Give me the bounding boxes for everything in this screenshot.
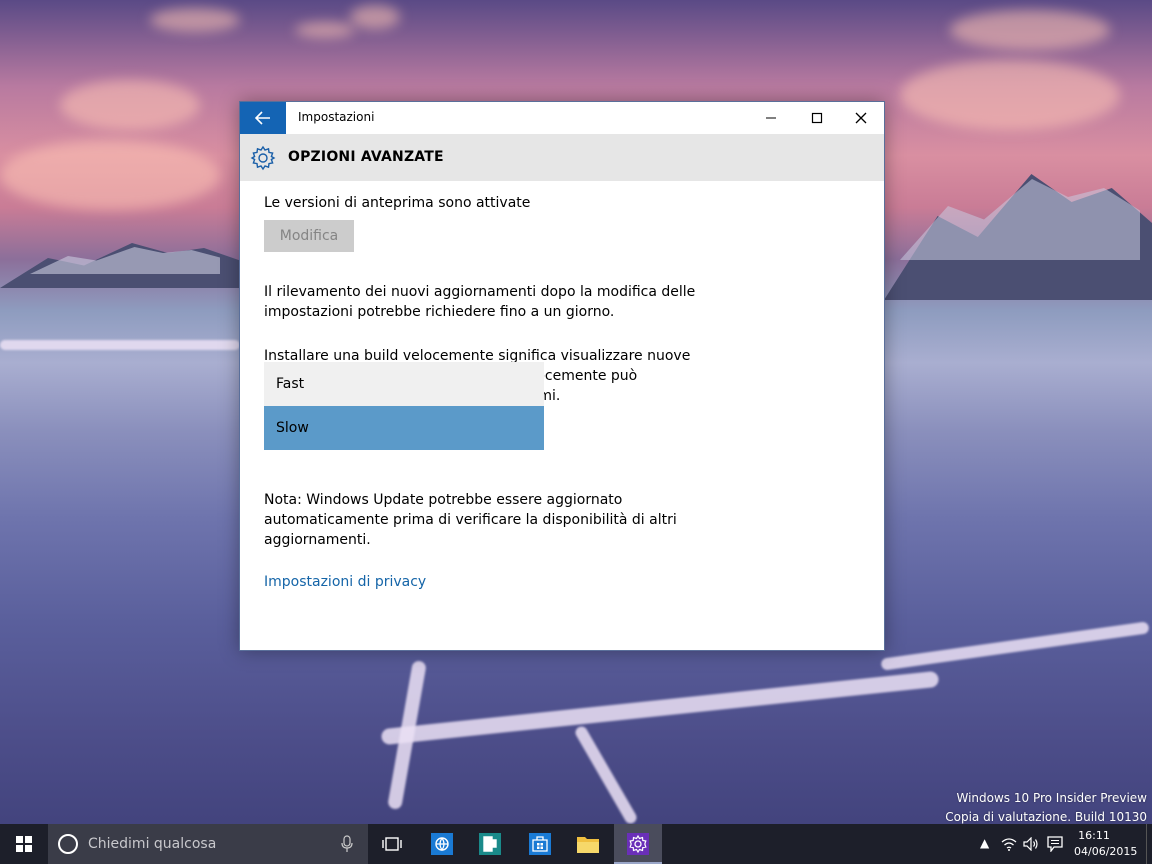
- file-explorer-icon: [577, 837, 599, 853]
- wallpaper-cloud: [60, 80, 200, 130]
- action-center-icon[interactable]: [1047, 836, 1063, 852]
- minimize-icon: [766, 117, 776, 119]
- taskbar-app-settings[interactable]: [614, 824, 662, 864]
- reader-icon: [479, 833, 501, 855]
- cortana-icon: [58, 834, 78, 854]
- microphone-icon[interactable]: [341, 835, 353, 853]
- wallpaper-ice-crack: [0, 340, 240, 350]
- store-icon: [529, 833, 551, 855]
- wifi-icon[interactable]: [1001, 837, 1017, 851]
- show-desktop-button[interactable]: [1146, 824, 1152, 864]
- build-speed-dropdown[interactable]: Fast Slow: [264, 362, 544, 450]
- wallpaper-ice-crack: [880, 621, 1150, 671]
- close-button[interactable]: [838, 102, 884, 134]
- wallpaper-cloud: [900, 60, 1120, 130]
- wallpaper-cloud: [0, 140, 220, 210]
- taskbar: Chiedimi qualcosa ▲ 16:11 04/06/2015: [0, 824, 1152, 864]
- build-watermark: Windows 10 Pro Insider Preview Copia di …: [945, 789, 1147, 827]
- clock-time: 16:11: [1078, 829, 1110, 842]
- wallpaper-cloud: [150, 8, 240, 32]
- wallpaper-cloud: [950, 10, 1110, 50]
- wallpaper-cloud: [295, 22, 355, 38]
- title-bar[interactable]: Impostazioni: [240, 102, 884, 134]
- page-title: OPZIONI AVANZATE: [288, 149, 444, 165]
- watermark-line1: Windows 10 Pro Insider Preview: [956, 791, 1147, 805]
- note-text: Nota: Windows Update potrebbe essere agg…: [264, 492, 677, 548]
- taskbar-app-reader[interactable]: [466, 824, 514, 864]
- page-header: OPZIONI AVANZATE: [240, 134, 884, 181]
- taskbar-app-ie[interactable]: [418, 824, 466, 864]
- settings-icon: [627, 833, 649, 855]
- dropdown-option-fast[interactable]: Fast: [264, 362, 544, 406]
- taskbar-app-store[interactable]: [516, 824, 564, 864]
- volume-icon[interactable]: [1023, 837, 1039, 851]
- content-area: Le versioni di anteprima sono attivate M…: [240, 181, 884, 650]
- search-placeholder: Chiedimi qualcosa: [88, 836, 217, 852]
- task-view-button[interactable]: [368, 824, 416, 864]
- tray-overflow-icon[interactable]: ▲: [980, 836, 989, 850]
- window-title: Impostazioni: [298, 110, 375, 124]
- privacy-settings-link[interactable]: Impostazioni di privacy: [264, 574, 426, 590]
- clock[interactable]: 16:11 04/06/2015: [1074, 828, 1138, 860]
- preview-status-text: Le versioni di anteprima sono attivate: [264, 195, 531, 211]
- search-box[interactable]: Chiedimi qualcosa: [48, 824, 368, 864]
- wallpaper-mountain-snow: [900, 179, 1140, 260]
- close-icon: [855, 112, 867, 124]
- start-button[interactable]: [0, 824, 48, 864]
- wallpaper-cloud: [350, 5, 400, 29]
- settings-window: Impostazioni OPZIONI AVANZATE Le version…: [239, 101, 885, 651]
- maximize-button[interactable]: [794, 102, 840, 134]
- maximize-icon: [811, 112, 823, 124]
- back-button[interactable]: [240, 102, 286, 134]
- windows-logo-icon: [16, 836, 32, 852]
- taskbar-app-file-explorer[interactable]: [564, 824, 612, 864]
- gear-icon: [250, 145, 276, 171]
- back-arrow-icon: [255, 111, 270, 125]
- wallpaper-ice-crack: [573, 724, 639, 826]
- wallpaper-ice-crack: [380, 670, 940, 746]
- clock-date: 04/06/2015: [1074, 845, 1138, 858]
- minimize-button[interactable]: [748, 102, 794, 134]
- dropdown-option-slow[interactable]: Slow: [264, 406, 544, 450]
- modify-button[interactable]: Modifica: [264, 220, 354, 252]
- task-view-icon: [382, 837, 402, 851]
- ie-icon: [431, 833, 453, 855]
- detection-text: Il rilevamento dei nuovi aggiornamenti d…: [264, 284, 696, 320]
